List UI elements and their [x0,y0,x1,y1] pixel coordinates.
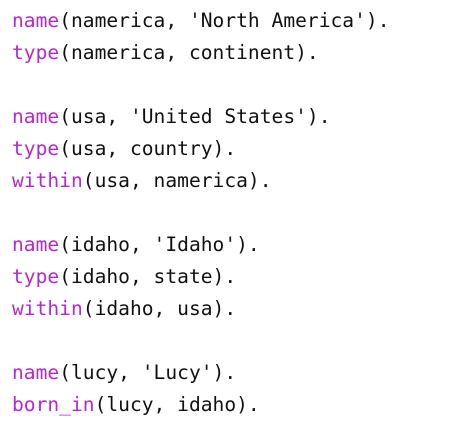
predicate-arguments: (usa, namerica). [82,169,272,192]
code-line: name(lucy, 'Lucy'). [12,357,458,389]
predicate-arguments: (idaho, state). [59,265,237,288]
code-line: name(idaho, 'Idaho'). [12,229,458,261]
predicate-arguments: (namerica, 'North America'). [59,9,390,32]
predicate-arguments: (lucy, 'Lucy'). [59,361,237,384]
predicate-arguments: (lucy, idaho). [94,393,260,416]
predicate-name: within [12,297,83,320]
predicate-arguments: (usa, country). [59,137,237,160]
predicate-name: name [12,361,60,384]
predicate-name: name [12,233,60,256]
predicate-name: type [12,265,60,288]
predicate-name: type [12,137,60,160]
code-line: type(idaho, state). [12,261,458,293]
code-line: born_in(lucy, idaho). [12,389,458,421]
predicate-arguments: (usa, 'United States'). [59,105,331,128]
code-line: type(usa, country). [12,133,458,165]
code-line: name(usa, 'United States'). [12,101,458,133]
code-line: name(namerica, 'North America'). [12,5,458,37]
code-line: within(idaho, usa). [12,293,458,325]
predicate-name: born_in [12,393,95,416]
predicate-arguments: (idaho, usa). [82,297,237,320]
code-listing: name(namerica, 'North America'). type(na… [12,5,458,421]
predicate-name: within [12,169,83,192]
code-line: within(usa, namerica). [12,165,458,197]
predicate-arguments: (namerica, continent). [59,41,319,64]
code-line: type(namerica, continent). [12,37,458,69]
predicate-arguments: (idaho, 'Idaho'). [59,233,260,256]
predicate-name: name [12,9,60,32]
predicate-name: type [12,41,60,64]
predicate-name: name [12,105,60,128]
